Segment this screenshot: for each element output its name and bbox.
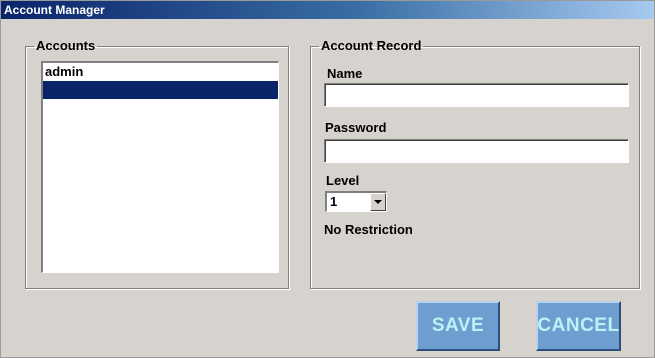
save-button[interactable]: SAVE	[416, 301, 500, 351]
cancel-button[interactable]: CANCEL	[536, 301, 621, 351]
list-item[interactable]: admin	[43, 63, 278, 81]
window-title: Account Manager	[1, 1, 654, 19]
level-dropdown-button[interactable]	[370, 193, 386, 211]
name-field[interactable]	[324, 83, 629, 107]
level-select[interactable]: 1	[325, 191, 387, 212]
account-manager-window: Account Manager Accounts Account Record …	[0, 0, 655, 358]
password-label: Password	[325, 120, 387, 135]
account-record-legend: Account Record	[321, 38, 422, 53]
level-description: No Restriction	[324, 222, 413, 237]
list-item-selected[interactable]	[43, 81, 278, 99]
level-value: 1	[330, 194, 338, 209]
password-field[interactable]	[324, 139, 629, 163]
name-label: Name	[327, 66, 363, 81]
level-label: Level	[326, 173, 360, 188]
accounts-legend: Accounts	[36, 38, 96, 53]
chevron-down-icon	[374, 200, 382, 204]
accounts-list[interactable]: admin	[41, 61, 279, 273]
